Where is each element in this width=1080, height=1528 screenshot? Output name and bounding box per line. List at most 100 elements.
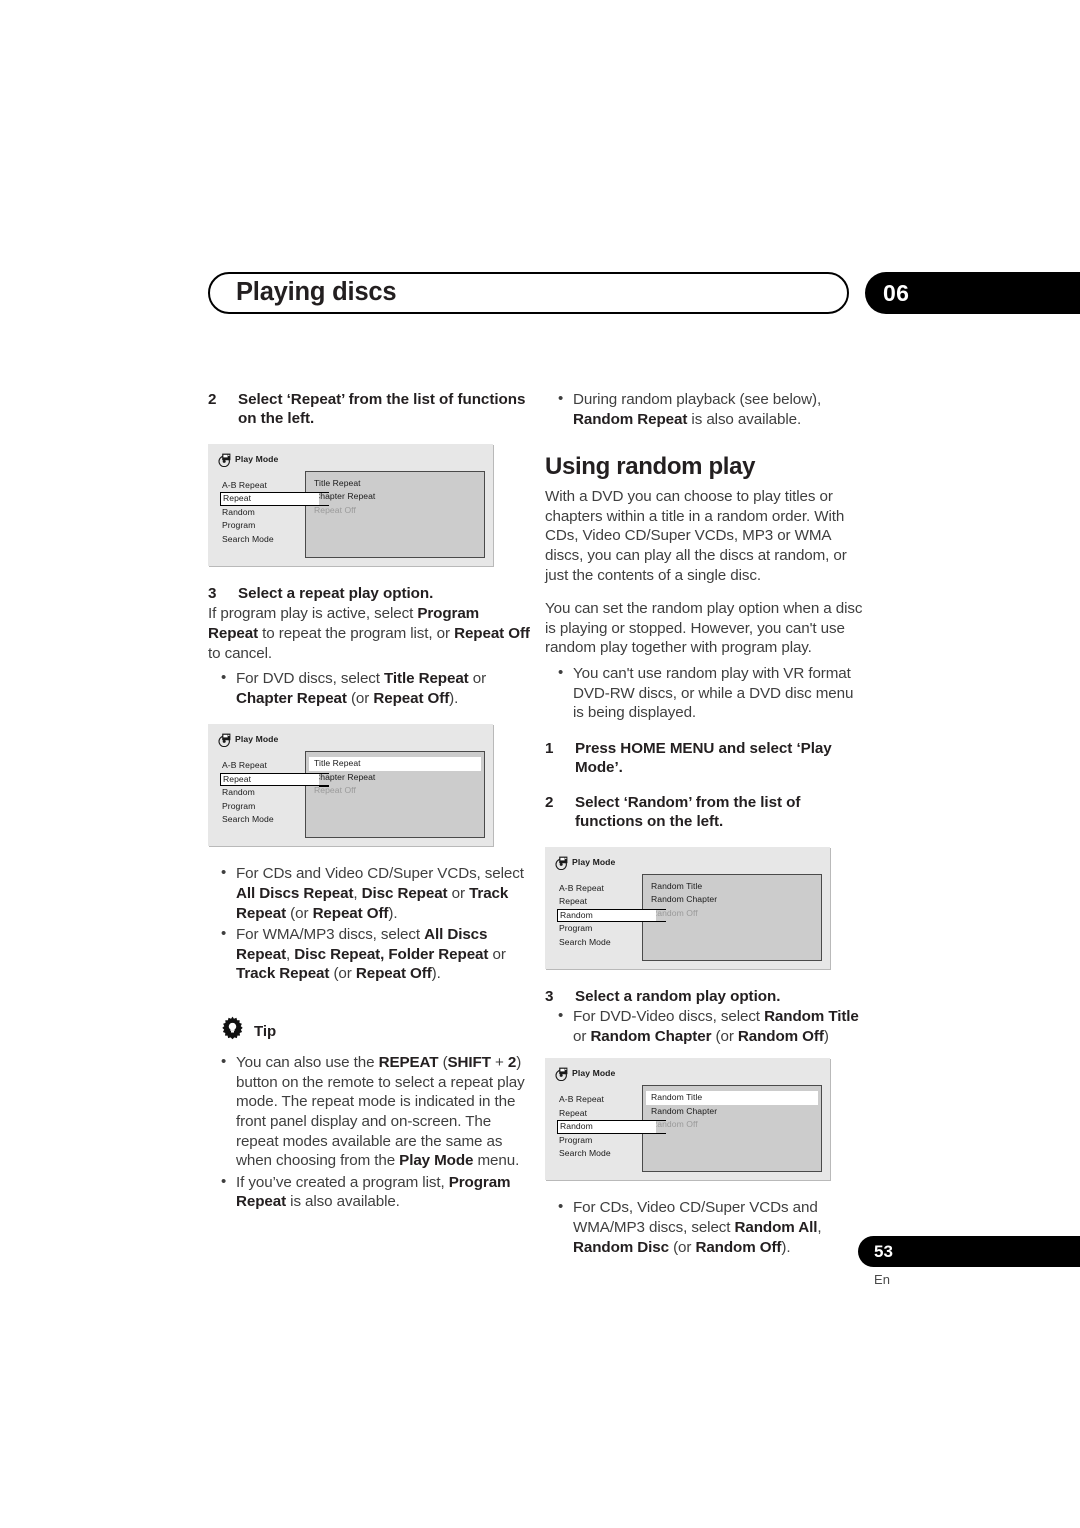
play-mode-function-item[interactable]: Random	[220, 786, 306, 800]
play-mode-function-item[interactable]: A-B Repeat	[220, 759, 306, 773]
tip-header: Tip	[220, 1016, 530, 1046]
play-mode-option-panel: Title Repeat Chapter Repeat Repeat Off	[305, 470, 485, 558]
step-1-number: 1	[545, 739, 554, 757]
step-2-select-repeat: 2 Select ‘Repeat’ from the list of functi…	[208, 390, 530, 429]
step-1-text: Press HOME MENU and select ‘Play Mode’.	[575, 739, 832, 777]
tip-bullet-list: You can also use the REPEAT (SHIFT + 2) …	[208, 1052, 530, 1212]
play-mode-option-item[interactable]: Chapter Repeat	[306, 771, 484, 785]
page-title: Playing discs	[236, 277, 397, 306]
random-repeat-bullet-list: During random playback (see below), Rand…	[545, 389, 867, 429]
play-mode-function-item[interactable]: Search Mode	[557, 936, 643, 950]
play-mode-dialog-title: Play Mode	[555, 1067, 616, 1082]
bullet-wma-mp3-repeat: For WMA/MP3 discs, select All Discs Repe…	[208, 924, 530, 984]
step-3-description: If program play is active, select Progra…	[208, 605, 530, 662]
play-mode-option-item: Repeat Off	[314, 504, 356, 515]
repeat-dvd-bullet-list: For DVD discs, select Title Repeat or Ch…	[208, 668, 530, 708]
right-column: During random playback (see below), Rand…	[545, 389, 867, 1259]
tip-gear-lightbulb-icon	[220, 1016, 245, 1046]
step-3-random-text: Select a random play option.	[575, 987, 781, 1005]
step-3-select-repeat-option: 3 Select a repeat play option.	[208, 584, 530, 603]
play-mode-function-item[interactable]: Repeat	[557, 1107, 643, 1121]
play-mode-dialog-repeat-list: Play Mode A-B Repeat Repeat Random Program Se…	[208, 443, 493, 566]
play-mode-function-item[interactable]: Random	[220, 506, 306, 520]
play-mode-function-list: A-B Repeat Repeat Random Program Search Mode	[220, 479, 329, 547]
play-mode-option-item[interactable]: Title Repeat	[306, 477, 484, 491]
play-mode-dialog-title: Play Mode	[218, 453, 279, 467]
play-mode-option-item[interactable]: Chapter Repeat	[306, 490, 484, 504]
section-heading-using-random-play: Using random play	[545, 453, 756, 481]
play-mode-dialog-title-repeat-selected: Play Mode A-B Repeat Repeat Random Program Se…	[208, 724, 493, 847]
cds-random-bullet-list: For CDs, Video CD/Super VCDs and WMA/MP3…	[545, 1197, 867, 1257]
chapter-number-tab: 06	[865, 272, 1080, 314]
play-mode-function-item[interactable]: Search Mode	[220, 533, 306, 547]
play-mode-option-item: Random Off	[651, 907, 698, 918]
play-mode-option-item: Repeat Off	[314, 785, 356, 796]
tip-bullet-repeat-button: You can also use the REPEAT (SHIFT + 2) …	[208, 1052, 530, 1171]
play-mode-function-item[interactable]: A-B Repeat	[220, 479, 306, 493]
play-mode-function-item[interactable]: Random	[557, 908, 666, 923]
step-2-select-random: 2 Select ‘Random’ from the list of functi…	[545, 793, 867, 832]
tip-label: Tip	[254, 1022, 277, 1040]
play-mode-title-text: Play Mode	[235, 453, 279, 464]
bullet-random-repeat: During random playback (see below), Rand…	[545, 389, 867, 429]
step-1-press-home-menu: 1 Press HOME MENU and select ‘Play Mode’.	[545, 739, 867, 778]
play-mode-title-text: Play Mode	[572, 1068, 616, 1079]
play-mode-function-item[interactable]: Program	[557, 1134, 643, 1148]
repeat-disc-bullet-list: For CDs and Video CD/Super VCDs, select …	[208, 863, 530, 984]
play-mode-dialog-random-list: Play Mode A-B Repeat Repeat Random Program Se…	[545, 846, 830, 969]
play-mode-option-item: Random Off	[651, 1119, 698, 1130]
play-mode-function-item[interactable]: Program	[220, 519, 306, 533]
play-mode-title-text: Play Mode	[572, 856, 616, 867]
play-mode-dialog-random-title-selected: Play Mode A-B Repeat Repeat Random Program Se…	[545, 1058, 830, 1181]
play-mode-option-item[interactable]: Random Title	[646, 1091, 818, 1105]
play-mode-option-panel: Title Repeat Chapter Repeat Repeat Off	[305, 751, 485, 839]
left-column: 2 Select ‘Repeat’ from the list of functi…	[208, 390, 530, 1214]
bullet-cd-repeat: For CDs and Video CD/Super VCDs, select …	[208, 863, 530, 923]
step-3-number: 3	[208, 584, 217, 602]
play-mode-function-item[interactable]: Repeat	[557, 895, 643, 909]
page-number-tab: 53	[858, 1236, 1080, 1267]
chapter-number: 06	[883, 279, 910, 306]
random-play-intro-paragraph: With a DVD you can choose to play titles…	[545, 488, 847, 584]
play-mode-function-list: A-B Repeat Repeat Random Program Search Mode	[557, 882, 666, 950]
play-mode-title-text: Play Mode	[235, 734, 279, 745]
play-mode-function-item[interactable]: Repeat	[220, 492, 329, 506]
play-mode-function-item[interactable]: Repeat	[220, 772, 329, 787]
step-2-random-number: 2	[545, 793, 554, 811]
step-3-text: Select a repeat play option.	[238, 584, 434, 602]
page-number: 53	[874, 1241, 893, 1261]
dvd-video-random-bullet-list: For DVD-Video discs, select Random Title…	[545, 1006, 867, 1046]
random-play-second-paragraph: You can set the random play option when …	[545, 600, 863, 657]
page-language-label: En	[874, 1272, 890, 1287]
play-mode-function-item[interactable]: Search Mode	[220, 813, 306, 827]
play-mode-function-item[interactable]: Search Mode	[557, 1147, 643, 1161]
play-mode-option-item[interactable]: Random Title	[643, 880, 821, 894]
play-mode-option-item[interactable]: Random Chapter	[643, 893, 821, 907]
play-mode-function-item[interactable]: Program	[220, 800, 306, 814]
play-mode-option-panel: Random Title Random Chapter Random Off	[642, 873, 822, 961]
step-2-random-text: Select ‘Random’ from the list of functio…	[575, 793, 801, 831]
step-3-select-random-option: 3 Select a random play option.	[545, 987, 867, 1006]
play-mode-function-item[interactable]: Random	[557, 1120, 666, 1134]
step-2-text: Select ‘Repeat’ from the list of functio…	[238, 391, 526, 428]
play-mode-function-item[interactable]: Program	[557, 922, 643, 936]
tip-bullet-program-repeat: If you’ve created a program list, Progra…	[208, 1172, 530, 1212]
play-mode-function-list: A-B Repeat Repeat Random Program Search Mode	[557, 1093, 666, 1161]
bullet-dvd-repeat: For DVD discs, select Title Repeat or Ch…	[208, 668, 530, 708]
play-mode-function-list: A-B Repeat Repeat Random Program Search Mode	[220, 759, 329, 827]
play-mode-option-item[interactable]: Random Chapter	[643, 1105, 821, 1119]
bullet-dvd-video-random: For DVD-Video discs, select Random Title…	[545, 1006, 867, 1046]
vr-format-bullet-list: You can't use random play with VR format…	[545, 663, 867, 723]
play-mode-function-item[interactable]: A-B Repeat	[557, 1093, 643, 1107]
play-mode-option-item[interactable]: Title Repeat	[309, 757, 481, 771]
play-mode-dialog-title: Play Mode	[555, 856, 616, 870]
step-2-number: 2	[208, 391, 217, 408]
play-mode-function-item[interactable]: A-B Repeat	[557, 882, 643, 896]
page-header: Playing discs 06	[208, 272, 1080, 314]
bullet-cds-vcds-wma-random: For CDs, Video CD/Super VCDs and WMA/MP3…	[545, 1197, 867, 1257]
play-mode-dialog-title: Play Mode	[218, 733, 279, 748]
play-mode-option-panel: Random Title Random Chapter Random Off	[642, 1085, 822, 1173]
bullet-vr-format-restriction: You can't use random play with VR format…	[545, 663, 867, 723]
header-title-pill: Playing discs	[208, 272, 849, 314]
step-3-random-number: 3	[545, 987, 554, 1005]
